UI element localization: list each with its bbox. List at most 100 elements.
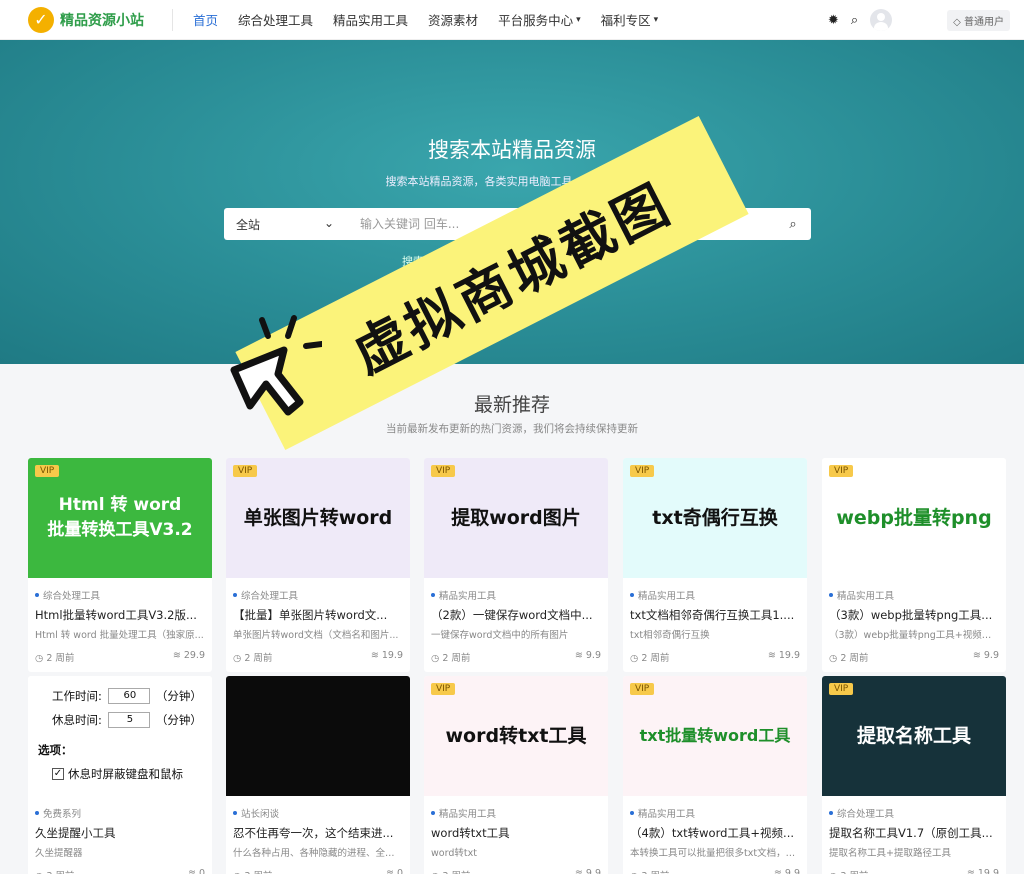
card-footer: ◷ 3 周前 ≋ 9.9: [630, 868, 800, 874]
card-title[interactable]: （2款）一键保存word文档中...: [431, 607, 601, 623]
card-price-value: 19.9: [977, 868, 999, 874]
chevron-down-icon: ▾: [576, 14, 581, 25]
card-category[interactable]: 精品实用工具: [630, 588, 807, 602]
card-price-value: 9.9: [585, 650, 601, 661]
card-price: ≋ 29.9: [173, 650, 205, 664]
nav-item-label: 资源素材: [428, 13, 479, 28]
card-footer: ◷ 2 周前 ≋ 9.9: [431, 650, 601, 664]
vip-badge: VIP: [829, 465, 854, 477]
resource-card[interactable]: 提取word图片 VIP 精品实用工具 （2款）一键保存word文档中... 一键保存w…: [424, 458, 608, 672]
coin-stack-icon: ≋: [574, 650, 586, 661]
header-actions: ✹ ⌕ ◇ 普通用户: [828, 0, 1024, 40]
card-thumbnail[interactable]: 提取word图片 VIP: [424, 458, 608, 578]
card-description: 本转换工具可以批量把很多txt文档，转...: [630, 848, 800, 859]
resource-card[interactable]: txt奇偶行互换 VIP 精品实用工具 txt文档相邻奇偶行互换工具1.... txt相…: [623, 458, 807, 672]
resource-card[interactable]: 站长闲谈忍不住再夸一次，这个结束进... 什么各种占用、各种隐藏的进程、全部...…: [226, 676, 410, 874]
site-logo[interactable]: ✓ 精品资源小站: [28, 6, 144, 33]
card-description: 久坐提醒器: [35, 848, 83, 859]
card-title[interactable]: （3款）webp批量转png工具...: [829, 607, 999, 623]
card-time: ◷ 3 周前: [431, 868, 470, 874]
nav-item-4[interactable]: 平台服务中心 ▾: [498, 10, 581, 29]
card-price: ≋ 19.9: [967, 868, 999, 874]
chevron-down-icon: ▾: [653, 14, 659, 25]
card-thumbnail[interactable]: Html 转 word 批量转换工具V3.2 VIP: [28, 458, 212, 578]
card-title[interactable]: 提取名称工具V1.7（原创工具...: [829, 825, 999, 841]
form-unit: （分钟）: [155, 689, 202, 703]
resource-card[interactable]: word转txt工具 VIP 精品实用工具 word转txt工具 word转txt ◷ 3…: [424, 676, 608, 874]
form-spin-value: 5: [107, 712, 150, 728]
card-title[interactable]: 久坐提醒小工具: [35, 825, 205, 841]
card-thumbnail[interactable]: 工作时间: 60 （分钟） 休息时间: 5 （分钟） 选项： ✓ 休息时屏蔽键盘和鼠标: [28, 676, 212, 796]
nav-divider: [172, 8, 173, 31]
card-footer: ◷ 3 周前 ≋ 0: [35, 868, 205, 874]
resource-card[interactable]: 提取名称工具 VIP 综合处理工具 提取名称工具V1.7（原创工具... 提取名称工具+…: [822, 676, 1006, 874]
card-category[interactable]: 站长闲谈: [233, 806, 410, 820]
card-footer: ◷ 2 周前 ≋ 19.9: [233, 650, 403, 664]
resource-card[interactable]: webp批量转png VIP 精品实用工具 （3款）webp批量转png工具... （3…: [822, 458, 1006, 672]
nav-item-1[interactable]: 综合处理工具: [238, 10, 313, 29]
logo-check-icon: ✓: [28, 6, 54, 33]
nav-item-0[interactable]: 首页: [193, 10, 218, 29]
card-category[interactable]: 精品实用工具: [431, 806, 608, 820]
resource-card[interactable]: txt批量转word工具 VIP 精品实用工具 （4款）txt转word工具+视频..…: [623, 676, 807, 874]
card-time: ◷ 2 周前: [829, 650, 868, 664]
card-thumbnail[interactable]: [226, 676, 410, 796]
card-category[interactable]: 综合处理工具: [829, 806, 1006, 820]
card-title[interactable]: Html批量转word工具V3.2版...: [35, 607, 205, 623]
resource-card[interactable]: 单张图片转word VIP 综合处理工具 【批量】单张图片转word文... 单张图片转…: [226, 458, 410, 672]
card-footer: ◷ 3 周前 ≋ 9.9: [431, 868, 601, 874]
card-title[interactable]: txt文档相邻奇偶行互换工具1....: [630, 607, 800, 623]
nav-item-3[interactable]: 资源素材: [428, 10, 478, 29]
form-row: 工作时间: 60 （分钟）: [52, 688, 202, 704]
card-thumbnail[interactable]: word转txt工具 VIP: [424, 676, 608, 796]
card-price: ≋ 0: [386, 868, 403, 874]
card-thumbnail-text: word转txt工具: [445, 724, 587, 747]
coin-stack-icon: ≋: [172, 650, 184, 661]
coin-stack-icon: ≋: [767, 650, 779, 661]
card-thumbnail[interactable]: txt奇偶行互换 VIP: [623, 458, 807, 578]
card-time: ◷ 3 周前: [829, 868, 868, 874]
coin-stack-icon: ≋: [574, 868, 586, 874]
card-thumbnail-text: 单张图片转word: [243, 506, 393, 529]
card-category[interactable]: 综合处理工具: [233, 588, 410, 602]
search-icon[interactable]: ⌕: [851, 13, 858, 28]
card-category[interactable]: 综合处理工具: [35, 588, 212, 602]
form-label: 工作时间:: [52, 689, 102, 703]
avatar[interactable]: [870, 9, 893, 31]
card-thumbnail-text: txt奇偶行互换: [652, 506, 778, 529]
resource-card[interactable]: Html 转 word 批量转换工具V3.2 VIP 综合处理工具 Html批量转wo…: [28, 458, 212, 672]
nav-item-2[interactable]: 精品实用工具: [333, 10, 408, 29]
card-footer: ◷ 3 周前 ≋ 19.9: [829, 868, 999, 874]
card-time: ◷ 2 周前: [431, 650, 470, 664]
card-price: ≋ 19.9: [371, 650, 403, 664]
card-footer: ◷ 2 周前 ≋ 9.9: [829, 650, 999, 664]
nav-item-label: 福利专区: [600, 13, 651, 28]
theme-toggle-icon[interactable]: ✹: [828, 13, 839, 28]
search-submit-icon[interactable]: ⌕: [775, 217, 811, 232]
card-category[interactable]: 精品实用工具: [829, 588, 1006, 602]
card-title[interactable]: 【批量】单张图片转word文...: [233, 607, 403, 623]
card-category[interactable]: 精品实用工具: [630, 806, 807, 820]
nav-item-5[interactable]: 福利专区 ▾: [601, 10, 659, 29]
card-category[interactable]: 免费系列: [35, 806, 212, 820]
resource-card[interactable]: 工作时间: 60 （分钟） 休息时间: 5 （分钟） 选项： ✓ 休息时屏蔽键盘和鼠标 免费系列久…: [28, 676, 212, 874]
coin-stack-icon: ≋: [187, 868, 199, 874]
form-spin-value: 60: [107, 688, 150, 704]
card-category[interactable]: 精品实用工具: [431, 588, 608, 602]
card-thumbnail[interactable]: 单张图片转word VIP: [226, 458, 410, 578]
card-description: 什么各种占用、各种隐藏的进程、全部...: [233, 848, 403, 859]
card-description: （3款）webp批量转png工具+视频教程: [829, 630, 999, 641]
card-title[interactable]: 忍不住再夸一次，这个结束进...: [233, 825, 403, 841]
card-thumbnail-text: 提取名称工具: [856, 724, 971, 747]
card-description: 提取名称工具+提取路径工具: [829, 848, 951, 859]
card-thumbnail[interactable]: txt批量转word工具 VIP: [623, 676, 807, 796]
section-title: 最新推荐: [473, 394, 550, 416]
card-title[interactable]: （4款）txt转word工具+视频...: [630, 825, 800, 841]
card-title[interactable]: word转txt工具: [431, 825, 601, 841]
card-price: ≋ 9.9: [575, 868, 601, 874]
search-scope-select[interactable]: 全站 ⌄: [224, 216, 344, 233]
card-thumbnail-text: webp批量转png: [836, 506, 992, 529]
vip-badge: VIP: [431, 683, 456, 695]
card-thumbnail[interactable]: webp批量转png VIP: [822, 458, 1006, 578]
card-thumbnail[interactable]: 提取名称工具 VIP: [822, 676, 1006, 796]
